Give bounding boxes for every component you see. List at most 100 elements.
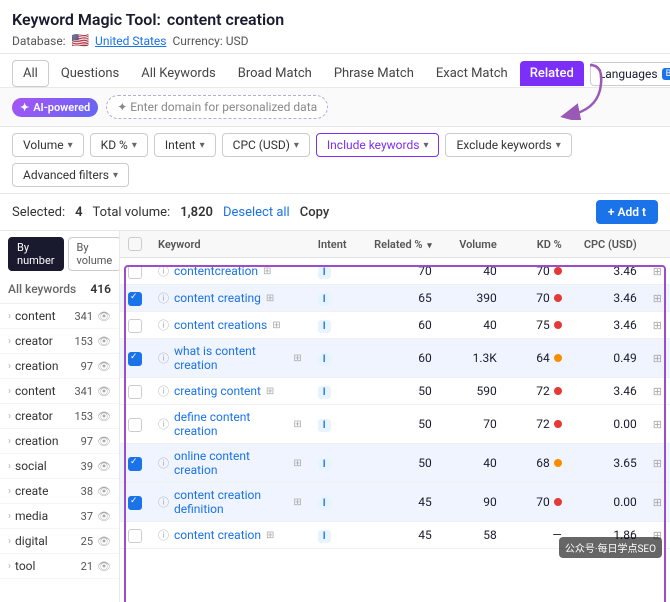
tab-phrase-match[interactable]: Phrase Match xyxy=(324,61,424,86)
keyword-text[interactable]: content creation xyxy=(174,528,261,542)
eye-icon[interactable]: 👁 xyxy=(97,535,111,548)
tab-questions[interactable]: Questions xyxy=(51,61,129,86)
copy-button[interactable]: Copy xyxy=(300,205,329,220)
eye-icon[interactable]: 👁 xyxy=(97,335,111,348)
td-checkbox[interactable] xyxy=(120,483,150,522)
filter-intent[interactable]: Intent ▾ xyxy=(154,133,216,157)
copy-icon[interactable]: ⊞ xyxy=(293,497,301,508)
copy-icon[interactable]: ⊞ xyxy=(263,266,271,277)
td-checkbox[interactable] xyxy=(120,405,150,444)
td-action[interactable]: ⊞ xyxy=(645,258,670,285)
sidebar-item-content-341[interactable]: › content 341 👁 xyxy=(0,304,119,329)
td-action[interactable]: ⊞ xyxy=(645,483,670,522)
domain-input[interactable]: ✦ Enter domain for personalized data xyxy=(106,95,328,119)
expand-icon: › xyxy=(8,486,11,497)
td-action[interactable]: ⊞ xyxy=(645,339,670,378)
info-icon: ⓘ xyxy=(158,317,169,333)
eye-icon[interactable]: 👁 xyxy=(97,485,111,498)
td-action[interactable]: ⊞ xyxy=(645,444,670,483)
sidebar-item-digital-25[interactable]: › digital 25 👁 xyxy=(0,529,119,554)
info-icon: ⓘ xyxy=(158,350,169,366)
sidebar-item-creator-153b[interactable]: › creator 153 👁 xyxy=(0,404,119,429)
row-checkbox[interactable] xyxy=(128,292,142,306)
eye-icon[interactable]: 👁 xyxy=(97,560,111,573)
tab-broad-match[interactable]: Broad Match xyxy=(228,61,322,86)
td-checkbox[interactable] xyxy=(120,378,150,405)
row-checkbox[interactable] xyxy=(128,457,142,471)
td-kd: 64 xyxy=(505,339,570,378)
filter-exclude-keywords[interactable]: Exclude keywords ▾ xyxy=(445,133,571,157)
eye-icon[interactable]: 👁 xyxy=(97,385,111,398)
eye-icon[interactable]: 👁 xyxy=(97,510,111,523)
eye-icon[interactable]: 👁 xyxy=(97,310,111,323)
td-checkbox[interactable] xyxy=(120,522,150,549)
tab-exact-match[interactable]: Exact Match xyxy=(426,61,518,86)
td-intent: I xyxy=(310,483,360,522)
select-all-checkbox[interactable] xyxy=(128,237,142,251)
sidebar-item-media-37[interactable]: › media 37 👁 xyxy=(0,504,119,529)
keyword-text[interactable]: define content creation xyxy=(174,410,288,438)
td-action[interactable]: ⊞ xyxy=(645,285,670,312)
sidebar-item-social-39[interactable]: › social 39 👁 xyxy=(0,454,119,479)
copy-icon[interactable]: ⊞ xyxy=(293,353,301,364)
row-checkbox[interactable] xyxy=(128,265,142,279)
th-keyword[interactable]: Keyword xyxy=(150,231,310,258)
copy-icon[interactable]: ⊞ xyxy=(293,419,301,430)
td-checkbox[interactable] xyxy=(120,444,150,483)
row-checkbox[interactable] xyxy=(128,385,142,399)
keyword-text[interactable]: content creations xyxy=(174,318,267,332)
eye-icon[interactable]: 👁 xyxy=(97,460,111,473)
filter-cpc[interactable]: CPC (USD) ▾ xyxy=(222,133,310,157)
td-checkbox[interactable] xyxy=(120,312,150,339)
copy-icon[interactable]: ⊞ xyxy=(293,458,301,469)
eye-icon[interactable]: 👁 xyxy=(97,435,111,448)
row-checkbox[interactable] xyxy=(128,529,142,543)
sidebar-item-creation-97[interactable]: › creation 97 👁 xyxy=(0,354,119,379)
sidebar-item-creator-153[interactable]: › creator 153 👁 xyxy=(0,329,119,354)
th-intent: Intent xyxy=(310,231,360,258)
by-volume-button[interactable]: By volume xyxy=(68,237,120,271)
copy-icon[interactable]: ⊞ xyxy=(272,320,280,331)
td-checkbox[interactable] xyxy=(120,258,150,285)
row-checkbox[interactable] xyxy=(128,352,142,366)
add-to-button[interactable]: + Add t xyxy=(596,200,658,224)
tab-all-keywords[interactable]: All Keywords xyxy=(131,61,226,86)
eye-icon[interactable]: 👁 xyxy=(97,360,111,373)
th-volume[interactable]: Volume xyxy=(440,231,505,258)
filter-volume[interactable]: Volume ▾ xyxy=(12,133,84,157)
sidebar-item-create-38[interactable]: › create 38 👁 xyxy=(0,479,119,504)
row-checkbox[interactable] xyxy=(128,496,142,510)
td-action[interactable]: ⊞ xyxy=(645,312,670,339)
tab-all[interactable]: All xyxy=(12,60,49,87)
th-related[interactable]: Related % ▾ xyxy=(360,231,440,258)
copy-icon[interactable]: ⊞ xyxy=(266,530,274,541)
sidebar-item-creation-97b[interactable]: › creation 97 👁 xyxy=(0,429,119,454)
keyword-text[interactable]: content creating xyxy=(174,291,261,305)
copy-icon[interactable]: ⊞ xyxy=(266,293,274,304)
th-kd[interactable]: KD % xyxy=(505,231,570,258)
sidebar-item-content-341b[interactable]: › content 341 👁 xyxy=(0,379,119,404)
keyword-text[interactable]: content creation definition xyxy=(174,488,288,516)
deselect-all-link[interactable]: Deselect all xyxy=(223,205,290,220)
filter-advanced[interactable]: Advanced filters ▾ xyxy=(12,163,129,187)
sidebar-item-tool-21[interactable]: › tool 21 👁 xyxy=(0,554,119,579)
eye-icon[interactable]: 👁 xyxy=(97,410,111,423)
filter-include-keywords[interactable]: Include keywords ▾ xyxy=(316,133,440,157)
copy-icon[interactable]: ⊞ xyxy=(266,386,274,397)
db-value[interactable]: United States xyxy=(95,34,166,48)
row-checkbox[interactable] xyxy=(128,319,142,333)
filter-kd[interactable]: KD % ▾ xyxy=(90,133,148,157)
td-checkbox[interactable] xyxy=(120,285,150,312)
keyword-text[interactable]: online content creation xyxy=(174,449,288,477)
languages-button[interactable]: Languages Beta ▾ xyxy=(590,62,670,86)
row-checkbox[interactable] xyxy=(128,418,142,432)
td-checkbox[interactable] xyxy=(120,339,150,378)
keyword-text[interactable]: creating content xyxy=(174,384,261,398)
th-cpc: CPC (USD) xyxy=(570,231,645,258)
td-action[interactable]: ⊞ xyxy=(645,378,670,405)
keyword-text[interactable]: what is content creation xyxy=(174,344,288,372)
keyword-text[interactable]: contentcreation xyxy=(174,264,258,278)
by-number-button[interactable]: By number xyxy=(8,237,64,271)
tab-related[interactable]: Related xyxy=(520,61,584,86)
td-action[interactable]: ⊞ xyxy=(645,405,670,444)
